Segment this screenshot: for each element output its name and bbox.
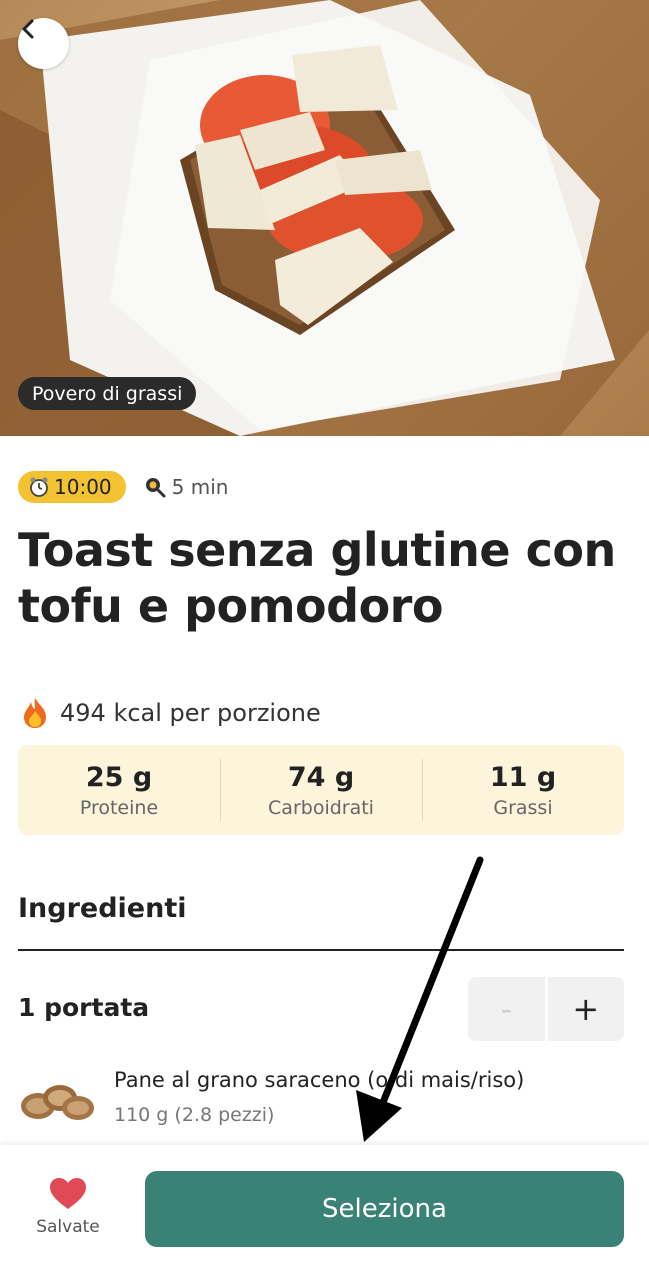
ingredients-heading: Ingredienti	[18, 893, 187, 924]
decrease-portion-button[interactable]: -	[468, 977, 545, 1041]
recipe-title: Toast senza glutine con tofu e pomodoro	[18, 523, 616, 633]
macro-carbs: 74 g Carboidrati	[220, 745, 422, 835]
prep-duration: 5 min	[144, 475, 229, 499]
meal-time-pill[interactable]: 10:00	[18, 471, 126, 503]
bottom-action-bar: Salvate Seleziona	[0, 1145, 649, 1280]
diet-tag-label: Povero di grassi	[32, 382, 183, 405]
select-recipe-button[interactable]: Seleziona	[145, 1171, 624, 1247]
prep-duration-label: 5 min	[171, 475, 229, 499]
bread-thumbnail-icon	[21, 1085, 94, 1120]
macro-fat: 11 g Grassi	[422, 745, 624, 835]
portion-count: 1 portata	[18, 993, 150, 1022]
diet-tag-badge: Povero di grassi	[18, 377, 197, 410]
section-divider	[18, 949, 624, 951]
macro-value: 11 g	[489, 761, 557, 793]
macro-value: 74 g	[287, 761, 355, 793]
macro-label: Proteine	[79, 796, 159, 819]
macro-protein: 25 g Proteine	[18, 745, 220, 835]
recipe-screen: Povero di grassi 10:00 5 min Toast senza…	[0, 0, 649, 1280]
recipe-meta: 10:00 5 min	[18, 471, 228, 503]
fire-icon	[24, 698, 46, 728]
heart-icon	[50, 1178, 86, 1209]
macros-panel: 25 g Proteine 74 g Carboidrati 11 g Gras…	[18, 745, 624, 835]
meal-time: 10:00	[54, 475, 112, 499]
alarm-clock-icon	[30, 477, 48, 497]
save-label: Salvate	[36, 1217, 100, 1237]
chevron-left-icon	[22, 19, 34, 39]
ingredient-item[interactable]: Pane al grano saraceno (o di mais/riso) …	[18, 1064, 624, 1134]
calories-row: 494 kcal per porzione	[20, 697, 321, 729]
macro-value: 25 g	[85, 761, 153, 793]
ingredient-quantity: 110 g (2.8 pezzi)	[114, 1104, 275, 1126]
back-button[interactable]	[18, 18, 69, 69]
macro-label: Carboidrati	[268, 796, 374, 819]
save-button[interactable]: Salvate	[30, 1177, 106, 1237]
ingredient-name: Pane al grano saraceno (o di mais/riso)	[114, 1068, 525, 1092]
macro-label: Grassi	[493, 796, 553, 819]
frying-pan-icon	[145, 478, 166, 498]
portion-stepper: - +	[468, 977, 624, 1041]
increase-portion-button[interactable]: +	[547, 977, 624, 1041]
recipe-photo: Povero di grassi	[0, 0, 649, 436]
calories-label: 494 kcal per porzione	[60, 699, 321, 727]
